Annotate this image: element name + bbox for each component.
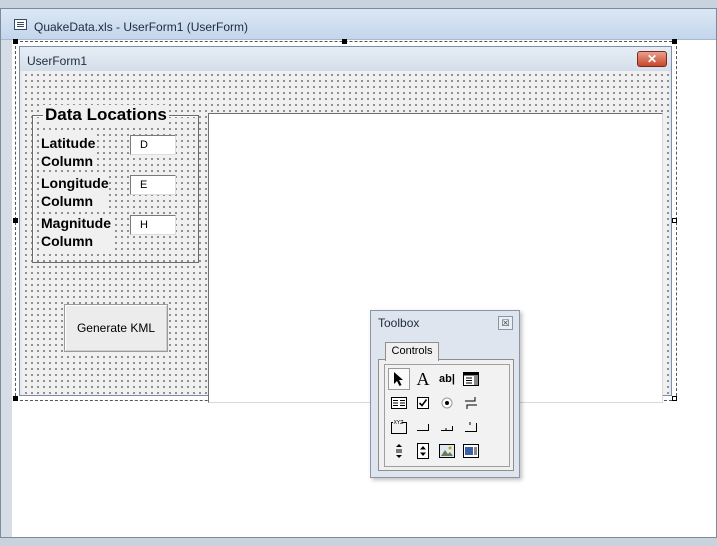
designer-titlebar[interactable]: QuakeData.xls - UserForm1 (UserForm) (1, 9, 716, 40)
designer-left-strip (1, 40, 12, 537)
toolbox-window[interactable]: Toolbox ☒ A ab| XYZ Controls (370, 310, 520, 478)
userform-design-grid[interactable]: Data Locations Latitude Column D Longitu… (22, 71, 669, 403)
longitude-column-input[interactable]: E (130, 175, 176, 195)
multipage-tool-icon[interactable] (460, 416, 482, 438)
refedit-tool-icon[interactable] (460, 440, 482, 462)
magnitude-label-line2: Column (41, 233, 94, 249)
toolbox-panel: A ab| XYZ (378, 359, 514, 471)
select-objects-icon[interactable] (388, 368, 410, 390)
scrollbar-tool-icon[interactable] (388, 440, 410, 462)
userform-titlebar: UserForm1 ✕ (20, 47, 671, 71)
magnitude-label-line1: Magnitude (41, 215, 111, 231)
toolbox-title: Toolbox (378, 316, 420, 330)
userform-title: UserForm1 (27, 54, 88, 68)
latitude-label[interactable]: Latitude Column (41, 134, 96, 170)
spinbutton-tool-icon[interactable] (412, 440, 434, 462)
latitude-label-line1: Latitude (41, 135, 96, 151)
resize-handle-top-left (13, 39, 18, 44)
optionbutton-tool-icon[interactable] (436, 392, 458, 414)
frame-title: Data Locations (43, 105, 169, 125)
commandbutton-tool-icon[interactable] (412, 416, 434, 438)
longitude-label-line2: Column (41, 193, 94, 209)
userform-window-icon (14, 19, 27, 30)
checkbox-tool-icon[interactable] (412, 392, 434, 414)
toolbox-controls-grid: A ab| XYZ (384, 364, 510, 467)
resize-handle-right[interactable] (672, 218, 677, 223)
tabstrip-tool-icon[interactable] (436, 416, 458, 438)
magnitude-label[interactable]: Magnitude Column (41, 214, 111, 250)
resize-handle-left (13, 218, 18, 223)
tab-controls[interactable]: Controls (385, 342, 439, 361)
label-tool-icon[interactable]: A (412, 368, 434, 390)
close-icon[interactable]: ✕ (637, 51, 667, 67)
longitude-label-line1: Longitude (41, 175, 109, 191)
frame-tool-icon[interactable]: XYZ (388, 416, 410, 438)
resize-handle-bottom-right[interactable] (672, 396, 677, 401)
magnitude-column-input[interactable]: H (130, 215, 176, 235)
resize-handle-bottom-left (13, 396, 18, 401)
svg-text:XYZ: XYZ (394, 420, 404, 426)
combobox-tool-icon[interactable] (460, 368, 482, 390)
image-tool-icon[interactable] (436, 440, 458, 462)
userform[interactable]: UserForm1 ✕ Data Locations Latitude Colu… (19, 46, 672, 403)
longitude-label[interactable]: Longitude Column (41, 174, 109, 210)
resize-handle-top (342, 39, 347, 44)
latitude-label-line2: Column (41, 153, 94, 169)
toolbox-close-icon[interactable]: ☒ (498, 316, 513, 330)
generate-kml-button[interactable]: Generate KML (64, 304, 168, 352)
designer-window-title: QuakeData.xls - UserForm1 (UserForm) (34, 20, 249, 34)
togglebutton-tool-icon[interactable] (460, 392, 482, 414)
resize-handle-top-right (672, 39, 677, 44)
data-locations-frame[interactable]: Data Locations Latitude Column D Longitu… (32, 105, 199, 263)
textbox-tool-icon[interactable]: ab| (436, 368, 458, 390)
listbox-tool-icon[interactable] (388, 392, 410, 414)
latitude-column-input[interactable]: D (130, 135, 176, 155)
